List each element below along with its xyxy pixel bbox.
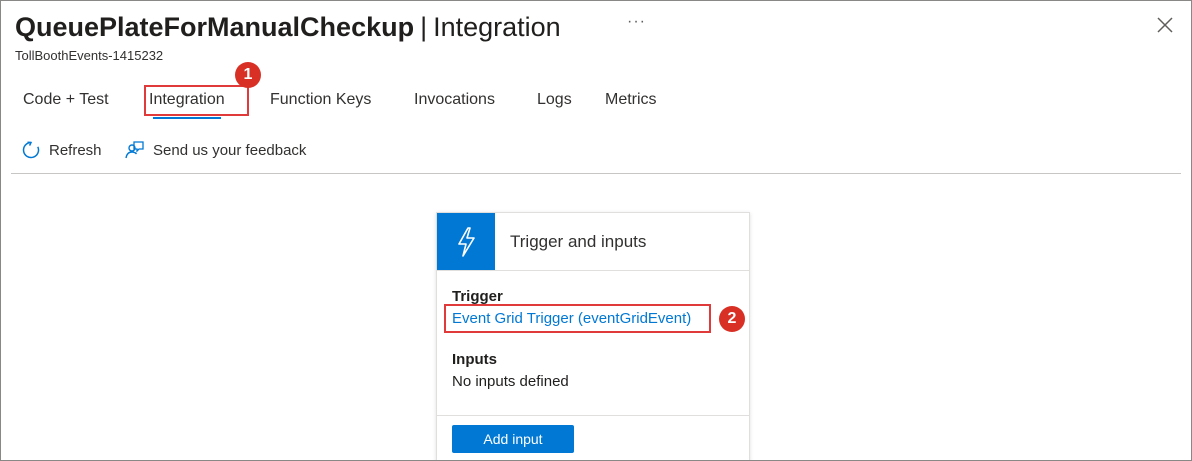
tab-code-test[interactable]: Code + Test (23, 89, 109, 111)
page-section-title: Integration (433, 12, 561, 42)
trigger-heading: Trigger (452, 288, 503, 305)
step-badge-2: 2 (719, 306, 745, 332)
feedback-label: Send us your feedback (153, 141, 307, 159)
refresh-label: Refresh (49, 141, 102, 159)
more-options-icon[interactable]: ··· (627, 13, 646, 31)
tab-metrics[interactable]: Metrics (605, 89, 657, 111)
function-name: QueuePlateForManualCheckup (15, 12, 415, 42)
inputs-heading: Inputs (452, 351, 497, 368)
add-input-button[interactable]: Add input (452, 425, 574, 453)
inputs-empty-text: No inputs defined (452, 373, 569, 390)
title-separator: | (420, 12, 428, 42)
card-header: Trigger and inputs (437, 213, 749, 271)
trigger-icon-box (437, 213, 495, 270)
feedback-button[interactable]: Send us your feedback (123, 140, 306, 160)
integration-tab-highlight (144, 85, 249, 116)
step-badge-1: 1 (235, 62, 261, 88)
lightning-bolt-icon (458, 226, 475, 257)
tab-logs[interactable]: Logs (537, 89, 572, 111)
toolbar-divider (11, 173, 1181, 174)
feedback-icon (125, 141, 144, 159)
resource-subtitle: TollBoothEvents-1415232 (15, 48, 164, 63)
trigger-inputs-card: Trigger and inputs Trigger Event Grid Tr… (436, 212, 750, 460)
tab-invocations[interactable]: Invocations (414, 89, 495, 111)
blade-frame: QueuePlateForManualCheckup | Integration ·… (0, 0, 1192, 461)
refresh-icon (22, 141, 40, 159)
trigger-link-highlight (444, 304, 711, 333)
card-footer-divider (437, 415, 749, 416)
card-title: Trigger and inputs (510, 232, 647, 251)
tab-function-keys[interactable]: Function Keys (270, 89, 371, 111)
close-icon[interactable] (1155, 15, 1175, 35)
page-title: QueuePlateForManualCheckup | Integration (15, 9, 561, 45)
refresh-button[interactable]: Refresh (21, 140, 102, 160)
